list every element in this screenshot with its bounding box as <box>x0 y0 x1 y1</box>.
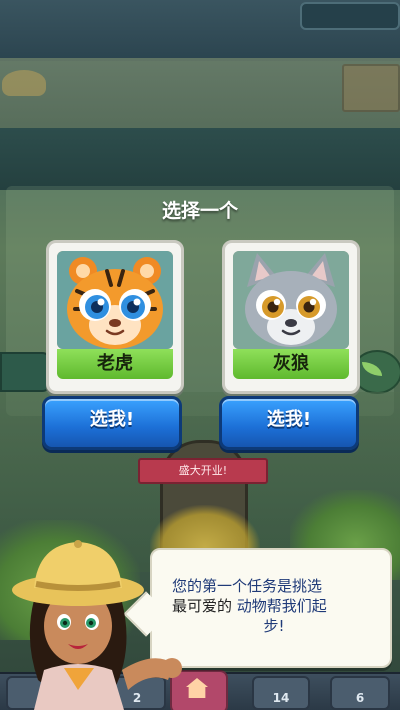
wolf-face-icon <box>233 251 349 349</box>
shelf-band <box>0 128 400 190</box>
nav-slot-mid[interactable]: 14 <box>252 676 310 710</box>
game-screen: 盛大开业! 选择一个 老虎 灰狼 选我! 选我! 2 14 6 您的第一个任务是… <box>0 0 400 710</box>
shop-banner: 盛大开业! <box>138 458 268 484</box>
animal-name-tiger: 老虎 <box>57 349 173 379</box>
animal-name-wolf: 灰狼 <box>233 349 349 379</box>
pick-tiger-button[interactable]: 选我! <box>42 396 182 450</box>
left-side-button[interactable] <box>0 352 52 392</box>
background-hat-icon <box>2 70 46 96</box>
dialog-text: 您的第一个任务是挑选 最可爱的 动物帮我们起 步! <box>172 576 376 656</box>
supply-crate <box>342 64 400 112</box>
dialog-line-1: 您的第一个任务是挑选 <box>172 577 323 595</box>
choose-title: 选择一个 <box>161 200 238 222</box>
zookeeper-character <box>4 530 184 710</box>
tiger-face-icon <box>57 251 173 349</box>
dialog-line-2: 最可爱的 动物帮我们起 <box>172 596 376 616</box>
animal-card-tiger[interactable]: 老虎 <box>46 240 184 394</box>
pick-wolf-button[interactable]: 选我! <box>219 396 359 450</box>
top-resource-pill[interactable] <box>300 2 400 30</box>
nav-slot-right[interactable]: 6 <box>330 676 390 710</box>
animal-card-wolf[interactable]: 灰狼 <box>222 240 360 394</box>
hut-roof <box>0 58 400 128</box>
dialog-line-2-rest: 动物帮我们起 <box>236 597 327 615</box>
dialog-line-3: 步! <box>263 617 285 635</box>
